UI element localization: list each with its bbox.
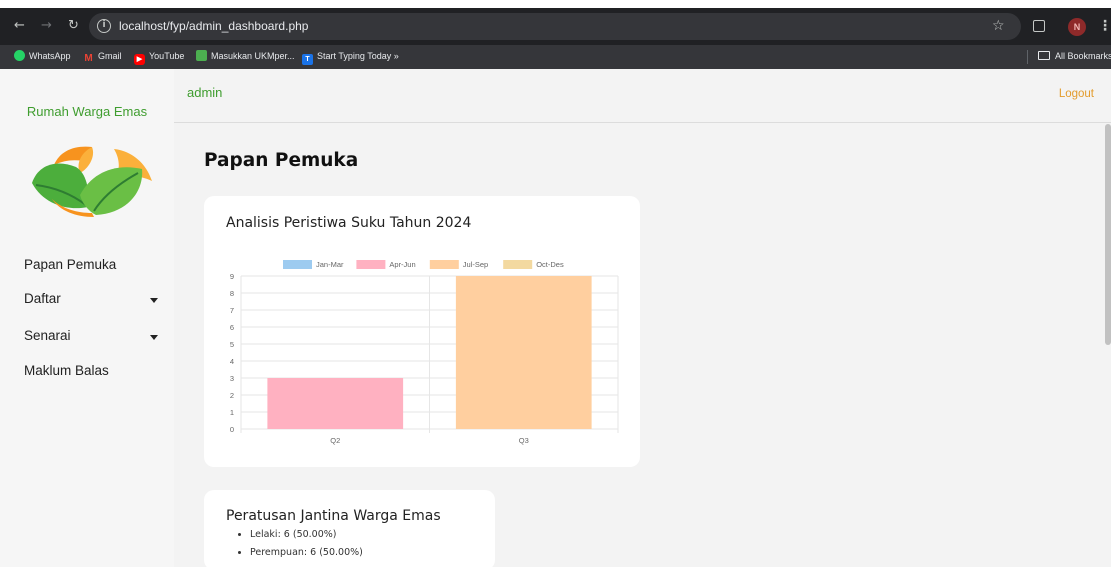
y-tick-label: 1 xyxy=(230,408,234,417)
gmail-icon: M xyxy=(84,53,93,64)
bookmark-label: WhatsApp xyxy=(29,51,71,61)
legend-swatch xyxy=(429,260,459,269)
youtube-icon: ▶ xyxy=(134,54,145,65)
profile-avatar[interactable]: N xyxy=(1068,18,1086,36)
bookmark-label: Start Typing Today » xyxy=(317,51,399,61)
legend-label: Oct-Des xyxy=(536,260,564,269)
legend-swatch xyxy=(283,260,312,269)
bookmark-typing[interactable]: T Start Typing Today » xyxy=(302,50,399,65)
forward-arrow-icon[interactable]: → xyxy=(41,18,52,34)
legend-label: Apr-Jun xyxy=(389,260,415,269)
sidebar-item-senarai[interactable]: Senarai xyxy=(24,328,71,343)
address-bar[interactable]: i localhost/fyp/admin_dashboard.php xyxy=(89,13,1021,40)
bookmark-label: Gmail xyxy=(98,51,122,61)
folder-icon xyxy=(1038,51,1050,60)
legend-label: Jan-Mar xyxy=(316,260,344,269)
site-info-icon[interactable]: i xyxy=(97,19,111,33)
y-tick-label: 6 xyxy=(230,323,234,332)
gender-percentage-card: Peratusan Jantina Warga Emas Lelaki: 6 (… xyxy=(204,490,495,567)
y-tick-label: 8 xyxy=(230,289,234,298)
gender-item-female: Perempuan: 6 (50.00%) xyxy=(238,546,363,564)
window-top-strip xyxy=(0,0,1111,8)
caret-down-icon[interactable] xyxy=(150,335,158,340)
bookmark-ukm[interactable]: Masukkan UKMper... xyxy=(196,50,295,62)
typing-icon: T xyxy=(302,54,313,65)
bookmark-label: Masukkan UKMper... xyxy=(211,51,295,61)
y-tick-label: 4 xyxy=(230,357,234,366)
x-tick-label: Q3 xyxy=(519,436,529,445)
y-tick-label: 7 xyxy=(230,306,234,315)
y-tick-label: 2 xyxy=(230,391,234,400)
sidebar-item-papan-pemuka[interactable]: Papan Pemuka xyxy=(24,257,116,272)
sidebar: Rumah Warga Emas Papan Pemuka Daftar Sen… xyxy=(0,69,174,567)
bookmark-label: YouTube xyxy=(149,51,185,61)
back-arrow-icon[interactable]: ← xyxy=(14,18,25,34)
user-name: admin xyxy=(187,85,223,100)
y-tick-label: 0 xyxy=(230,425,234,434)
caret-down-icon[interactable] xyxy=(150,298,158,303)
bookmark-star-icon[interactable]: ☆ xyxy=(992,19,1005,33)
reload-icon[interactable]: ↻ xyxy=(68,18,79,34)
sidebar-item-maklum-balas[interactable]: Maklum Balas xyxy=(24,363,109,378)
whatsapp-icon xyxy=(14,50,25,61)
gender-item-male: Lelaki: 6 (50.00%) xyxy=(238,528,363,546)
quarterly-events-bar-chart: 0 1 2 3 4 5 6 7 8 9 Q2 Q3 Jan-Mar Apr-Jun Jul-Sep Oct-D… xyxy=(230,260,619,445)
bar-apr-jun-q2 xyxy=(267,378,404,429)
bookmark-gmail[interactable]: M Gmail xyxy=(83,50,122,64)
page-title: Papan Pemuka xyxy=(204,150,359,171)
gender-card-title: Peratusan Jantina Warga Emas xyxy=(226,508,441,524)
bookmark-youtube[interactable]: ▶ YouTube xyxy=(134,50,184,65)
y-tick-label: 9 xyxy=(230,272,234,281)
y-tick-label: 5 xyxy=(230,340,234,349)
all-bookmarks[interactable]: All Bookmarks xyxy=(1038,50,1111,62)
gender-list: Lelaki: 6 (50.00%) Perempuan: 6 (50.00%) xyxy=(238,528,363,564)
bookmarks-separator xyxy=(1027,50,1028,64)
extensions-icon[interactable] xyxy=(1033,20,1045,32)
legend-swatch xyxy=(356,260,386,269)
bookmark-whatsapp[interactable]: WhatsApp xyxy=(14,50,71,62)
bar-jul-sep-q3 xyxy=(455,276,592,429)
ukm-icon xyxy=(196,50,207,61)
browser-toolbar: ← → ↻ i localhost/fyp/admin_dashboard.ph… xyxy=(0,8,1111,45)
menu-kebab-icon[interactable]: ⋮ xyxy=(1098,17,1111,35)
event-analysis-card: Analisis Peristiwa Suku Tahun 2024 01234… xyxy=(204,196,640,467)
legend-swatch xyxy=(503,260,533,269)
sidebar-item-daftar[interactable]: Daftar xyxy=(24,291,61,306)
bookmarks-bar: WhatsApp M Gmail ▶ YouTube Masukkan UKMper… xyxy=(0,45,1111,69)
url-text[interactable]: localhost/fyp/admin_dashboard.php xyxy=(119,19,308,33)
brand-name: Rumah Warga Emas xyxy=(26,104,148,119)
page-scrollbar[interactable] xyxy=(1105,124,1111,345)
logout-link[interactable]: Logout xyxy=(1059,88,1094,100)
top-bar: admin Logout xyxy=(174,69,1111,123)
y-tick-label: 3 xyxy=(230,374,234,383)
logo-leaves-icon xyxy=(32,146,152,217)
x-tick-label: Q2 xyxy=(330,436,340,445)
all-bookmarks-label: All Bookmarks xyxy=(1055,51,1111,61)
legend-label: Jul-Sep xyxy=(463,260,488,269)
